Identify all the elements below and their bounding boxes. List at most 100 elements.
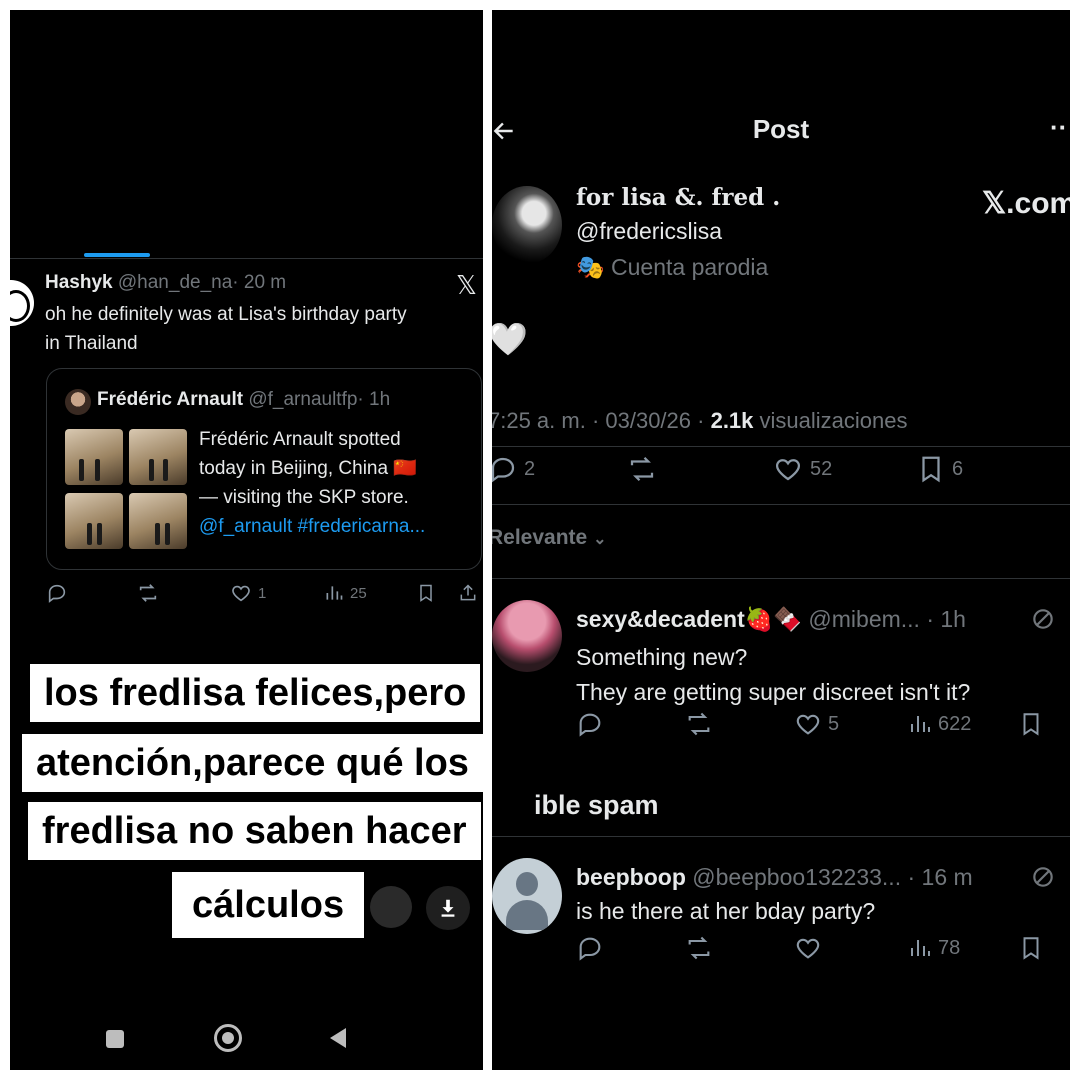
chevron-down-icon: ⌄: [593, 531, 607, 548]
reply-author-handle[interactable]: @beepboo132233...: [692, 864, 901, 890]
more-round-button[interactable]: [370, 886, 412, 928]
reply-views-button[interactable]: 622: [908, 710, 971, 738]
china-flag-icon: 🇨🇳: [393, 458, 418, 479]
reply-text-line: Something new?: [576, 644, 748, 670]
bar-chart-icon: [324, 582, 344, 604]
post-like-button[interactable]: 52: [772, 454, 832, 484]
reply-repost-button[interactable]: [684, 710, 714, 738]
reply-icon: [576, 710, 604, 738]
tweet-header: Hashyk @han_de_na· 20 m: [45, 272, 286, 294]
page-title: Post: [752, 114, 810, 144]
repost-icon: [626, 454, 658, 484]
heart-icon: [794, 934, 822, 962]
reply-repost-button[interactable]: [684, 934, 714, 962]
parody-label: 🎭 Cuenta parodia: [576, 254, 768, 281]
reply-header: sexy&decadent🍓🍫 @mibem... · 1h: [576, 606, 966, 633]
reply-author-name[interactable]: beepboop: [576, 864, 686, 890]
post-reply-count: 2: [524, 457, 536, 480]
repost-icon: [684, 934, 714, 962]
media-thumbnail: [65, 429, 123, 485]
tweet-author-handle[interactable]: @han_de_na: [118, 272, 232, 293]
x-logo-icon: 𝕏: [456, 270, 477, 300]
default-avatar[interactable]: [492, 858, 562, 934]
post-repost-button[interactable]: [626, 454, 658, 484]
reply-bookmark-button[interactable]: [1018, 934, 1044, 962]
repost-icon: [684, 710, 714, 738]
quoted-mentions-link[interactable]: @f_arnault #fredericarna...: [199, 512, 425, 541]
quoted-author-handle: @f_arnaultfp: [248, 389, 358, 410]
reply-views-button[interactable]: 78: [908, 934, 960, 962]
reply-icon: [576, 934, 604, 962]
tweet-text: oh he definitely was at Lisa's birthday …: [45, 300, 407, 358]
post-body-white-heart: 🤍: [492, 321, 528, 357]
more-options-icon[interactable]: ··: [1050, 112, 1067, 143]
home-button[interactable]: [214, 1024, 242, 1052]
reply-header: beepboop @beepboo132233... · 16 m: [576, 864, 973, 891]
divider: [10, 258, 483, 259]
reply-button[interactable]: [46, 582, 68, 604]
reply-author-name[interactable]: sexy&decadent🍓🍫: [576, 606, 802, 632]
reply-reply-button[interactable]: [576, 934, 604, 962]
bookmark-icon: [916, 454, 946, 484]
views-button[interactable]: 25: [324, 582, 367, 604]
probable-spam-heading[interactable]: ible spam: [534, 790, 659, 821]
right-screenshot: Post ·· for lisa &. fred . @fredericslis…: [492, 10, 1070, 1070]
post-meta: 7:25 a. m. · 03/30/26 · 2.1k visualizaci…: [492, 408, 907, 434]
muted-conversation-icon[interactable]: [1030, 864, 1056, 890]
reply-author-handle[interactable]: @mibem...: [808, 606, 920, 632]
bar-chart-icon: [908, 710, 932, 738]
bookmark-icon: [416, 582, 436, 604]
post-reply-button[interactable]: 2: [492, 454, 535, 484]
quoted-tweet-header: Frédéric Arnault @f_arnaultfp· 1h: [97, 389, 390, 411]
reply-icon: [46, 582, 68, 604]
quoted-text-line: Frédéric Arnault spotted: [199, 429, 401, 450]
quoted-text-line: today in Beijing, China: [199, 458, 389, 479]
sort-dropdown[interactable]: Relevante ⌄: [492, 526, 606, 550]
post-author-avatar[interactable]: [492, 186, 562, 264]
muted-conversation-icon[interactable]: [1030, 606, 1056, 632]
repost-icon: [136, 582, 160, 604]
download-button[interactable]: [426, 886, 470, 930]
post-view-count: 2.1k: [710, 408, 754, 433]
post-like-count: 52: [810, 457, 833, 480]
caption-line: cálculos: [172, 872, 365, 938]
reply-author-avatar[interactable]: [492, 600, 562, 672]
repost-button[interactable]: [136, 582, 160, 604]
bar-chart-icon: [908, 934, 932, 962]
post-author-handle[interactable]: @fredericslisa: [576, 218, 722, 245]
active-tab-indicator: [84, 253, 150, 257]
quoted-media-grid[interactable]: [65, 429, 189, 551]
media-thumbnail: [129, 493, 187, 549]
like-button[interactable]: 1: [230, 582, 266, 604]
heart-icon: [794, 710, 822, 738]
quoted-tweet-card[interactable]: Frédéric Arnault @f_arnaultfp· 1h Frédér…: [46, 368, 482, 570]
divider: [492, 578, 1070, 579]
recent-apps-button[interactable]: [106, 1030, 124, 1048]
reply-like-button[interactable]: 5: [794, 710, 839, 738]
post-views-label: visualizaciones: [753, 408, 908, 433]
reply-icon: [492, 454, 518, 484]
reply-time: · 1h: [926, 606, 966, 632]
reply-like-button[interactable]: [794, 934, 822, 962]
tweet-text-line: in Thailand: [45, 333, 138, 354]
quoted-author-name: Frédéric Arnault: [97, 389, 244, 410]
reply-reply-button[interactable]: [576, 710, 604, 738]
share-button[interactable]: [458, 582, 478, 604]
reply-like-count: 5: [828, 712, 840, 735]
x-com-watermark: 𝕏.com: [982, 187, 1070, 220]
post-bookmark-count: 6: [952, 457, 964, 480]
back-nav-button[interactable]: [328, 1026, 348, 1055]
quoted-author-avatar: [65, 389, 91, 415]
post-author-name[interactable]: for lisa &. fred .: [576, 184, 780, 211]
tweet-author-name[interactable]: Hashyk: [45, 272, 113, 293]
reply-bookmark-button[interactable]: [1018, 710, 1044, 738]
parody-mask-icon: 🎭: [576, 254, 605, 280]
heart-icon: [230, 582, 252, 604]
tweet-time: · 20 m: [232, 272, 287, 293]
avatar[interactable]: [10, 280, 34, 326]
reply-time: · 16 m: [907, 864, 973, 890]
post-bookmark-button[interactable]: 6: [916, 454, 963, 484]
divider: [492, 446, 1070, 447]
bookmark-button[interactable]: [416, 582, 436, 604]
divider: [492, 836, 1070, 837]
